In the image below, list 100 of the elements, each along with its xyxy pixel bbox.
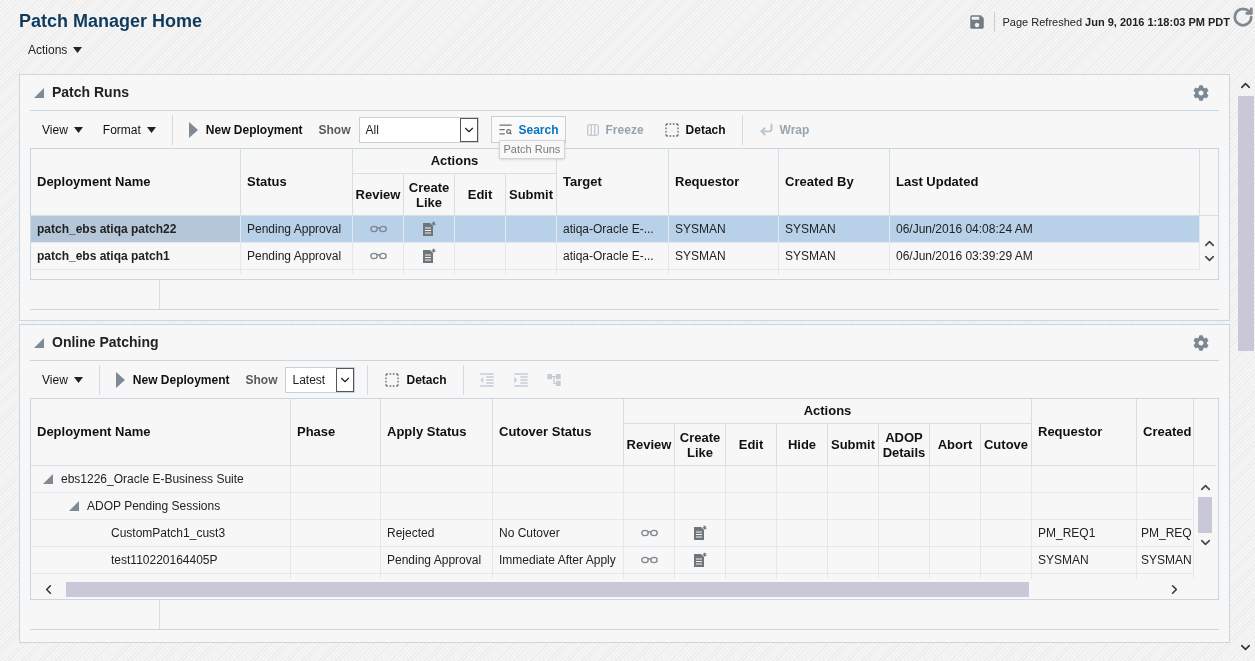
table-cell: atiqa-Oracle E-... — [557, 216, 669, 243]
tooltip: Patch Runs — [498, 140, 566, 159]
table-cell: Pending Approval — [381, 547, 493, 574]
table-cell — [506, 216, 557, 243]
column-header: Created — [1137, 399, 1194, 466]
table-cell: SYSMAN — [1137, 547, 1194, 574]
table-cell: SYSMAN — [779, 243, 890, 270]
tree-node-label[interactable]: CustomPatch1_cust3 — [111, 524, 226, 542]
table-cell — [506, 243, 557, 270]
table-cell — [455, 243, 506, 270]
save-icon[interactable] — [967, 13, 986, 31]
column-group-header: Actions — [624, 399, 1032, 424]
table-cell: SYSMAN — [669, 216, 779, 243]
column-header: Edit — [726, 424, 777, 466]
menu-button[interactable]: View — [34, 370, 91, 389]
table-row[interactable]: patch_ebs atiqa patch22 Pending Approval atiqa-Oracle E-... SYSMAN SYSMAN 06/Jun/2016 04:08:24 AM — [31, 216, 1200, 243]
column-header: Submit — [828, 424, 879, 466]
collapse-triangle-icon[interactable] — [34, 87, 44, 98]
table-cell: Pending Approval — [241, 243, 353, 270]
horizontal-scrollbar-thumb[interactable] — [66, 581, 1029, 597]
table-cell: No Cutover — [493, 520, 624, 547]
column-header: Abort — [930, 424, 981, 466]
glasses-icon[interactable] — [640, 556, 658, 564]
new-deployment-button[interactable]: New Deployment — [180, 120, 311, 139]
document-star-icon[interactable] — [693, 552, 707, 568]
table-cell: atiqa-Oracle E-... — [557, 243, 669, 270]
table-row[interactable]: patch_ebs atiqa patch1 Pending Approval atiqa-Oracle E-... SYSMAN SYSMAN 06/Jun/2016 03:39:29 AM — [31, 243, 1200, 270]
columns-icon — [585, 122, 600, 137]
tree-node-label[interactable]: ADOP Pending Sessions — [87, 497, 221, 515]
tree-node-label[interactable]: test110220164405P — [111, 551, 218, 569]
tree-icon — [545, 371, 562, 388]
table-cell: 06/Jun/2016 04:08:24 AM — [890, 216, 1200, 243]
menu-button[interactable]: Format — [94, 120, 164, 139]
panel-title: Patch Runs — [52, 83, 129, 102]
caret-icon — [146, 126, 156, 133]
column-header: Create Like — [675, 424, 726, 466]
show-select[interactable]: All — [358, 116, 479, 143]
table-cell — [981, 466, 1032, 493]
page-title: Patch Manager Home — [19, 10, 203, 33]
detach-button[interactable]: Detach — [376, 370, 455, 389]
glasses-icon[interactable] — [369, 225, 387, 233]
table-cell: Immediate After Apply — [493, 547, 624, 574]
column-header: Cutove — [981, 424, 1032, 466]
new-deployment-button[interactable]: New Deployment — [107, 370, 238, 389]
actions-menu[interactable]: Actions — [28, 41, 83, 59]
collapse-triangle-icon[interactable] — [43, 474, 53, 484]
panel-title: Online Patching — [52, 333, 159, 352]
table-cell: SYSMAN — [1032, 547, 1137, 574]
show-select[interactable]: Latest — [285, 366, 356, 393]
detach-button[interactable]: Detach — [655, 120, 734, 139]
table-cell: patch_ebs atiqa patch22 — [31, 216, 241, 243]
indent-icon — [511, 370, 530, 389]
table-cell: 06/Jun/2016 03:39:29 AM — [890, 243, 1200, 270]
table-cell — [828, 466, 879, 493]
settings-icon[interactable] — [1193, 84, 1209, 101]
refresh-icon[interactable] — [1231, 6, 1254, 28]
tree-node-label[interactable]: ebs1226_Oracle E-Business Suite — [61, 470, 244, 488]
table-cell — [1137, 466, 1194, 493]
caret-icon — [73, 47, 83, 53]
document-star-icon[interactable] — [693, 525, 707, 541]
caret-icon — [73, 126, 83, 133]
scrollbar-thumb[interactable] — [1198, 497, 1212, 533]
column-header: Apply Status — [381, 399, 493, 466]
column-header: Requestor — [1032, 399, 1137, 466]
play-icon — [188, 121, 198, 138]
collapse-triangle-icon[interactable] — [69, 501, 79, 511]
column-header: Hide — [777, 424, 828, 466]
page-scrollbar-thumb[interactable] — [1237, 96, 1254, 351]
column-header: ADOP Details — [879, 424, 930, 466]
column-header: Phase — [291, 399, 381, 466]
table-cell — [930, 466, 981, 493]
table-cell — [726, 466, 777, 493]
table-cell: SYSMAN — [669, 243, 779, 270]
search-icon — [497, 122, 513, 137]
table-cell: PM_REQ1 — [1032, 520, 1137, 547]
collapse-triangle-icon[interactable] — [34, 337, 44, 348]
column-header: Review — [624, 424, 675, 466]
column-header: Cutover Status — [493, 399, 624, 466]
show-label: Show — [318, 121, 351, 139]
table-cell — [879, 466, 930, 493]
column-header: Deployment Name — [31, 399, 291, 466]
page-refreshed-text: Page Refreshed Jun 9, 2016 1:18:03 PM PDT — [1002, 14, 1230, 30]
caret-icon — [73, 376, 83, 383]
table-cell: Rejected — [381, 520, 493, 547]
document-star-icon[interactable] — [422, 248, 436, 264]
document-star-icon[interactable] — [422, 221, 436, 237]
play-icon — [115, 371, 125, 388]
table-cell: Pending Approval — [241, 216, 353, 243]
settings-icon[interactable] — [1193, 334, 1209, 351]
glasses-icon[interactable] — [640, 529, 658, 537]
dashed-square-icon — [384, 371, 401, 388]
return-arrow-icon — [758, 122, 774, 137]
table-cell: SYSMAN — [779, 216, 890, 243]
menu-button[interactable]: View — [34, 120, 91, 139]
dashed-square-icon — [663, 121, 680, 138]
table-cell — [455, 216, 506, 243]
table-cell: patch_ebs atiqa patch1 — [31, 243, 241, 270]
table-cell: PM_REQ — [1137, 520, 1194, 547]
table-cell — [777, 466, 828, 493]
glasses-icon[interactable] — [369, 252, 387, 260]
